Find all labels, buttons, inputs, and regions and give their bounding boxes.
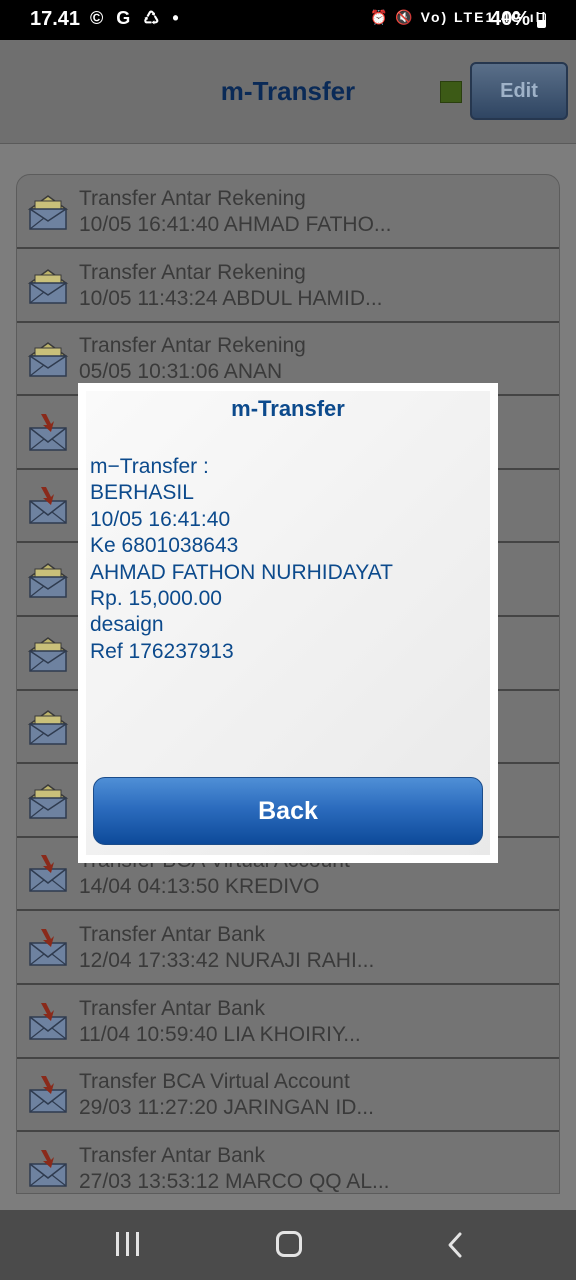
envelope-alert-icon — [27, 1074, 69, 1116]
envelope-alert-icon — [27, 1001, 69, 1043]
dialog-line-recipient: AHMAD FATHON NURHIDAYAT — [90, 560, 393, 584]
dialog-line-reference: Ref 176237913 — [90, 639, 234, 663]
transaction-row[interactable]: Transfer Antar Bank 27/03 13:53:12 MARCO … — [17, 1132, 559, 1193]
transaction-title: Transfer Antar Rekening — [79, 187, 306, 210]
transaction-row[interactable]: Transfer Antar Bank 12/04 17:33:42 NURAJI… — [17, 911, 559, 985]
connection-status-indicator — [440, 81, 462, 103]
notification-icons: © G ♺ • — [90, 8, 183, 28]
back-icon[interactable] — [440, 1230, 470, 1260]
transaction-row[interactable]: Transfer Antar Rekening 10/05 11:43:24 AB… — [17, 249, 559, 323]
home-icon[interactable] — [276, 1231, 302, 1257]
dialog-line-amount: Rp. 15,000.00 — [90, 587, 222, 611]
dialog-line-account: Ke 6801038643 — [90, 534, 239, 558]
dialog-line-note: desaign — [90, 613, 164, 637]
transaction-title: Transfer BCA Virtual Account — [79, 1070, 350, 1094]
envelope-open-icon — [27, 191, 69, 233]
transaction-title: Transfer Antar Rekening — [79, 334, 306, 358]
transaction-title: Transfer Antar Bank — [79, 1143, 265, 1167]
recents-icon[interactable] — [116, 1232, 140, 1256]
envelope-open-icon — [27, 338, 69, 380]
dialog-title: m-Transfer — [231, 396, 345, 421]
transaction-subtitle: 14/04 04:13:50 KREDIVO — [79, 875, 320, 899]
transfer-detail-dialog: m-Transfer m−Transfer : BERHASIL 10/05 1… — [78, 383, 498, 863]
app-header: m-Transfer Edit — [0, 40, 576, 144]
dialog-line-status: BERHASIL — [90, 481, 194, 505]
envelope-open-icon — [27, 706, 69, 748]
transaction-title: Transfer Antar Bank — [79, 996, 265, 1020]
battery-percentage: 40% — [490, 8, 531, 30]
dialog-line-datetime: 10/05 16:41:40 — [90, 507, 231, 531]
dialog-message: m−Transfer : BERHASIL 10/05 16:41:40 Ke … — [90, 454, 486, 665]
status-bar: 17.41 © G ♺ • ⏰ 🔇 Vo) LTE1 4G ıll 40% — [0, 0, 576, 40]
system-nav-bar — [0, 1210, 576, 1280]
transaction-title: Transfer Antar Rekening — [79, 260, 306, 284]
transaction-subtitle: 29/03 11:27:20 JARINGAN ID... — [79, 1096, 374, 1120]
envelope-open-icon — [27, 633, 69, 675]
transaction-row[interactable]: Transfer BCA Virtual Account 29/03 11:27:… — [17, 1058, 559, 1133]
transaction-subtitle: 10/05 16:41:40 AHMAD FATHO... — [79, 213, 392, 236]
transaction-subtitle: 12/04 17:33:42 NURAJI RAHI... — [79, 949, 375, 972]
envelope-alert-icon — [27, 412, 69, 454]
transaction-row[interactable]: Transfer Antar Bank 11/04 10:59:40 LIA KH… — [17, 985, 559, 1059]
dialog-content: m-Transfer m−Transfer : BERHASIL 10/05 1… — [86, 391, 490, 855]
back-button[interactable]: Back — [93, 777, 483, 845]
transaction-subtitle: 27/03 13:53:12 MARCO QQ AL... — [79, 1169, 390, 1193]
battery-icon — [537, 13, 546, 28]
transaction-subtitle: 11/04 10:59:40 LIA KHOIRIY... — [79, 1022, 361, 1046]
status-time: 17.41 — [30, 8, 81, 30]
envelope-alert-icon — [27, 853, 69, 895]
envelope-alert-icon — [27, 1148, 69, 1190]
edit-button[interactable]: Edit — [470, 62, 568, 120]
dialog-line-header: m−Transfer : — [90, 455, 209, 478]
transaction-subtitle: 10/05 11:43:24 ABDUL HAMID... — [79, 286, 383, 310]
envelope-open-icon — [27, 265, 69, 307]
transaction-subtitle: 05/05 10:31:06 ANAN — [79, 360, 283, 384]
transaction-row[interactable]: Transfer Antar Rekening 10/05 16:41:40 AH… — [17, 175, 559, 249]
transaction-title: Transfer Antar Bank — [79, 923, 265, 946]
envelope-open-icon — [27, 559, 69, 601]
envelope-open-icon — [27, 780, 69, 822]
envelope-alert-icon — [27, 927, 69, 969]
envelope-alert-icon — [27, 485, 69, 527]
